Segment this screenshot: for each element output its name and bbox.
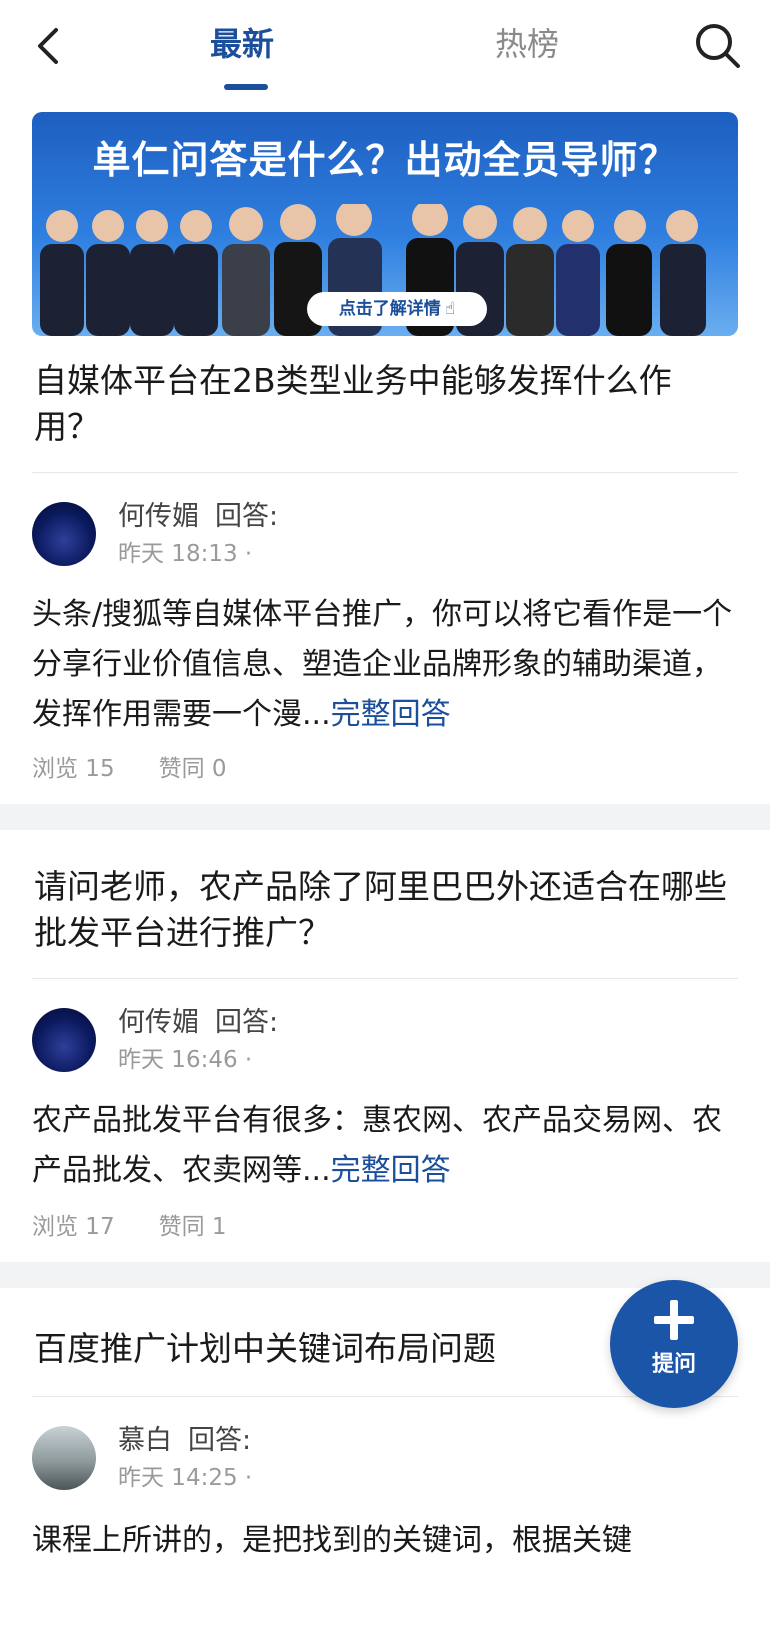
author-name: 慕白 [118, 1425, 172, 1456]
view-count: 浏览 17 [32, 1214, 115, 1240]
answer-excerpt[interactable]: 头条/搜狐等自媒体平台推广，你可以将它看作是一个分享行业价值信息、塑造企业品牌形… [32, 590, 738, 740]
answer-author[interactable]: 何传媚 回答: [118, 500, 278, 534]
like-count[interactable]: 赞同 0 [159, 756, 227, 782]
divider [32, 472, 738, 473]
divider [32, 1396, 738, 1397]
author-name: 何传媚 [118, 1007, 199, 1038]
full-answer-link[interactable]: 完整回答 [331, 1153, 451, 1188]
author-name: 何传媚 [118, 501, 199, 532]
question-title[interactable]: 请问老师，农产品除了阿里巴巴外还适合在哪些批发平台进行推广？ [34, 864, 734, 956]
back-icon[interactable] [30, 22, 70, 70]
answer-excerpt[interactable]: 课程上所讲的，是把找到的关键词，根据关键 [32, 1516, 738, 1566]
answer-time: 昨天 14:25 · [118, 1465, 253, 1491]
section-gap [0, 804, 770, 830]
banner-cta-button[interactable]: 点击了解详情 ☝ [307, 292, 487, 326]
answer-author[interactable]: 何传媚 回答: [118, 1006, 278, 1040]
avatar[interactable] [32, 1008, 96, 1072]
hand-pointer-icon: ☝ [444, 299, 456, 319]
search-icon[interactable] [690, 18, 746, 74]
view-count: 浏览 15 [32, 756, 115, 782]
answer-text: 课程上所讲的，是把找到的关键词，根据关键 [32, 1523, 632, 1558]
divider [32, 978, 738, 979]
full-answer-link[interactable]: 完整回答 [331, 697, 451, 732]
ask-question-label: 提问 [651, 1352, 696, 1377]
promo-banner[interactable]: 单仁问答是什么？出动全员导师？ 点击了解详情 ☝ [32, 112, 738, 336]
like-count[interactable]: 赞同 1 [159, 1214, 227, 1240]
answer-time: 昨天 16:46 · [118, 1047, 253, 1073]
plus-icon [654, 1300, 694, 1340]
avatar[interactable] [32, 1426, 96, 1490]
author-role: 回答: [215, 501, 279, 532]
active-tab-indicator [224, 84, 268, 90]
tab-hot[interactable]: 热榜 [495, 22, 559, 66]
tab-latest[interactable]: 最新 [210, 22, 274, 66]
answer-excerpt[interactable]: 农产品批发平台有很多：惠农网、农产品交易网、农产品批发、农卖网等...完整回答 [32, 1096, 738, 1196]
banner-title: 单仁问答是什么？出动全员导师？ [92, 138, 678, 182]
top-bar: 最新 热榜 [0, 0, 770, 100]
answer-stats: 浏览 15 赞同 0 [32, 754, 227, 784]
ask-question-button[interactable]: 提问 [610, 1280, 738, 1408]
banner-cta-label: 点击了解详情 [338, 299, 441, 319]
author-role: 回答: [215, 1007, 279, 1038]
answer-time: 昨天 18:13 · [118, 541, 253, 567]
answer-author[interactable]: 慕白 回答: [118, 1424, 251, 1458]
avatar[interactable] [32, 502, 96, 566]
author-role: 回答: [188, 1425, 252, 1456]
question-title[interactable]: 自媒体平台在2B类型业务中能够发挥什么作用？ [34, 358, 734, 450]
answer-stats: 浏览 17 赞同 1 [32, 1212, 227, 1242]
